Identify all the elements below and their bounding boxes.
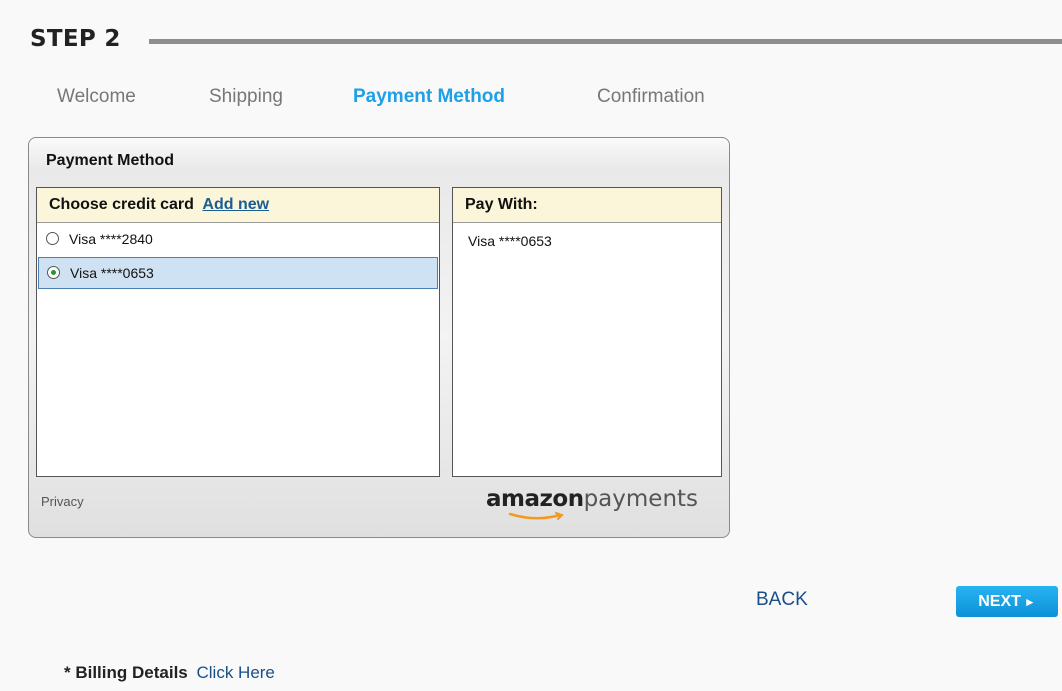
- amazon-payments-logo: amazonpayments: [486, 486, 706, 526]
- billing-details: * Billing Details Click Here: [64, 663, 275, 683]
- pay-with-panel: Pay With: Visa ****0653: [452, 187, 722, 477]
- tab-welcome[interactable]: Welcome: [57, 86, 136, 108]
- radio-button-selected[interactable]: [47, 266, 60, 279]
- pay-with-header: Pay With:: [453, 188, 721, 223]
- privacy-link[interactable]: Privacy: [41, 494, 84, 509]
- next-button[interactable]: NEXT ►: [956, 586, 1058, 617]
- step-title: STEP 2: [30, 26, 121, 52]
- back-button[interactable]: BACK: [756, 589, 808, 611]
- step-header: STEP 2: [30, 26, 1062, 60]
- play-arrow-icon: ►: [1023, 595, 1036, 609]
- credit-card-panel: Choose credit card Add new Visa ****2840…: [36, 187, 440, 477]
- billing-click-here-link[interactable]: Click Here: [196, 663, 274, 682]
- billing-details-label: * Billing Details: [64, 663, 188, 682]
- widget-title: Payment Method: [46, 152, 175, 169]
- amazon-smile-icon: [508, 512, 564, 520]
- next-button-label: NEXT: [978, 593, 1021, 610]
- step-divider-line: [149, 39, 1062, 44]
- card-option-0653[interactable]: Visa ****0653: [38, 257, 438, 289]
- choose-card-header: Choose credit card Add new: [37, 188, 439, 223]
- tab-shipping[interactable]: Shipping: [209, 86, 283, 108]
- tab-confirmation[interactable]: Confirmation: [597, 86, 705, 108]
- radio-dot: [51, 270, 56, 275]
- add-new-card-link[interactable]: Add new: [202, 196, 269, 213]
- logo-payments-text: payments: [583, 486, 699, 512]
- card-label: Visa ****0653: [70, 265, 154, 281]
- payment-widget: Payment Method Choose credit card Add ne…: [28, 137, 730, 538]
- card-option-2840[interactable]: Visa ****2840: [38, 224, 438, 254]
- card-label: Visa ****2840: [69, 231, 153, 247]
- radio-button[interactable]: [46, 232, 59, 245]
- logo-amazon-text: amazon: [486, 486, 584, 512]
- pay-with-value: Visa ****0653: [468, 233, 552, 249]
- choose-card-label: Choose credit card: [49, 196, 194, 213]
- tab-payment-method[interactable]: Payment Method: [353, 86, 505, 108]
